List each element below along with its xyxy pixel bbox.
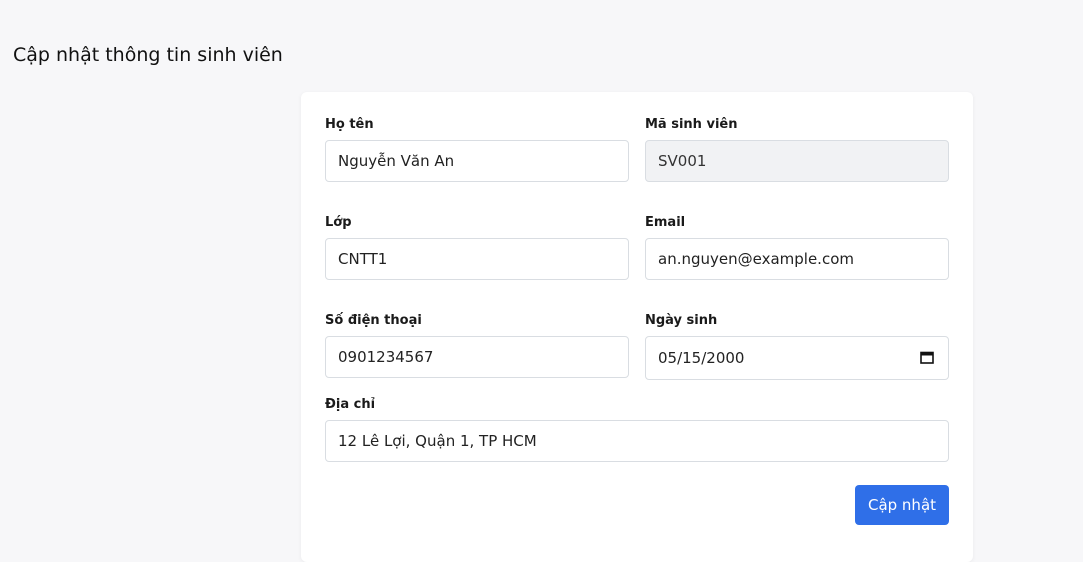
address-group: Địa chỉ bbox=[325, 396, 949, 462]
phone-group: Số điện thoại bbox=[325, 312, 629, 378]
phone-input[interactable] bbox=[325, 336, 629, 378]
address-input[interactable] bbox=[325, 420, 949, 462]
student-id-input bbox=[645, 140, 949, 182]
full-name-label: Họ tên bbox=[325, 117, 374, 132]
email-group: Email bbox=[645, 214, 949, 280]
birthday-input[interactable] bbox=[645, 336, 949, 380]
class-label: Lớp bbox=[325, 215, 352, 230]
update-button[interactable]: Cập nhật bbox=[855, 485, 949, 525]
birthday-date-picker bbox=[645, 336, 949, 380]
student-id-label: Mã sinh viên bbox=[645, 117, 738, 132]
birthday-group: Ngày sinh bbox=[645, 312, 949, 380]
email-label: Email bbox=[645, 215, 686, 230]
class-group: Lớp bbox=[325, 214, 629, 280]
birthday-label: Ngày sinh bbox=[645, 313, 718, 328]
full-name-group: Họ tên bbox=[325, 116, 629, 182]
full-name-input[interactable] bbox=[325, 140, 629, 182]
student-form-card: Họ tên Mã sinh viên Lớp Email Số điện th… bbox=[301, 92, 973, 562]
address-label: Địa chỉ bbox=[325, 397, 376, 412]
phone-label: Số điện thoại bbox=[325, 313, 422, 328]
student-id-group: Mã sinh viên bbox=[645, 116, 949, 182]
calendar-icon[interactable] bbox=[920, 351, 934, 364]
email-input[interactable] bbox=[645, 238, 949, 280]
class-input[interactable] bbox=[325, 238, 629, 280]
page-title: Cập nhật thông tin sinh viên bbox=[13, 44, 283, 66]
